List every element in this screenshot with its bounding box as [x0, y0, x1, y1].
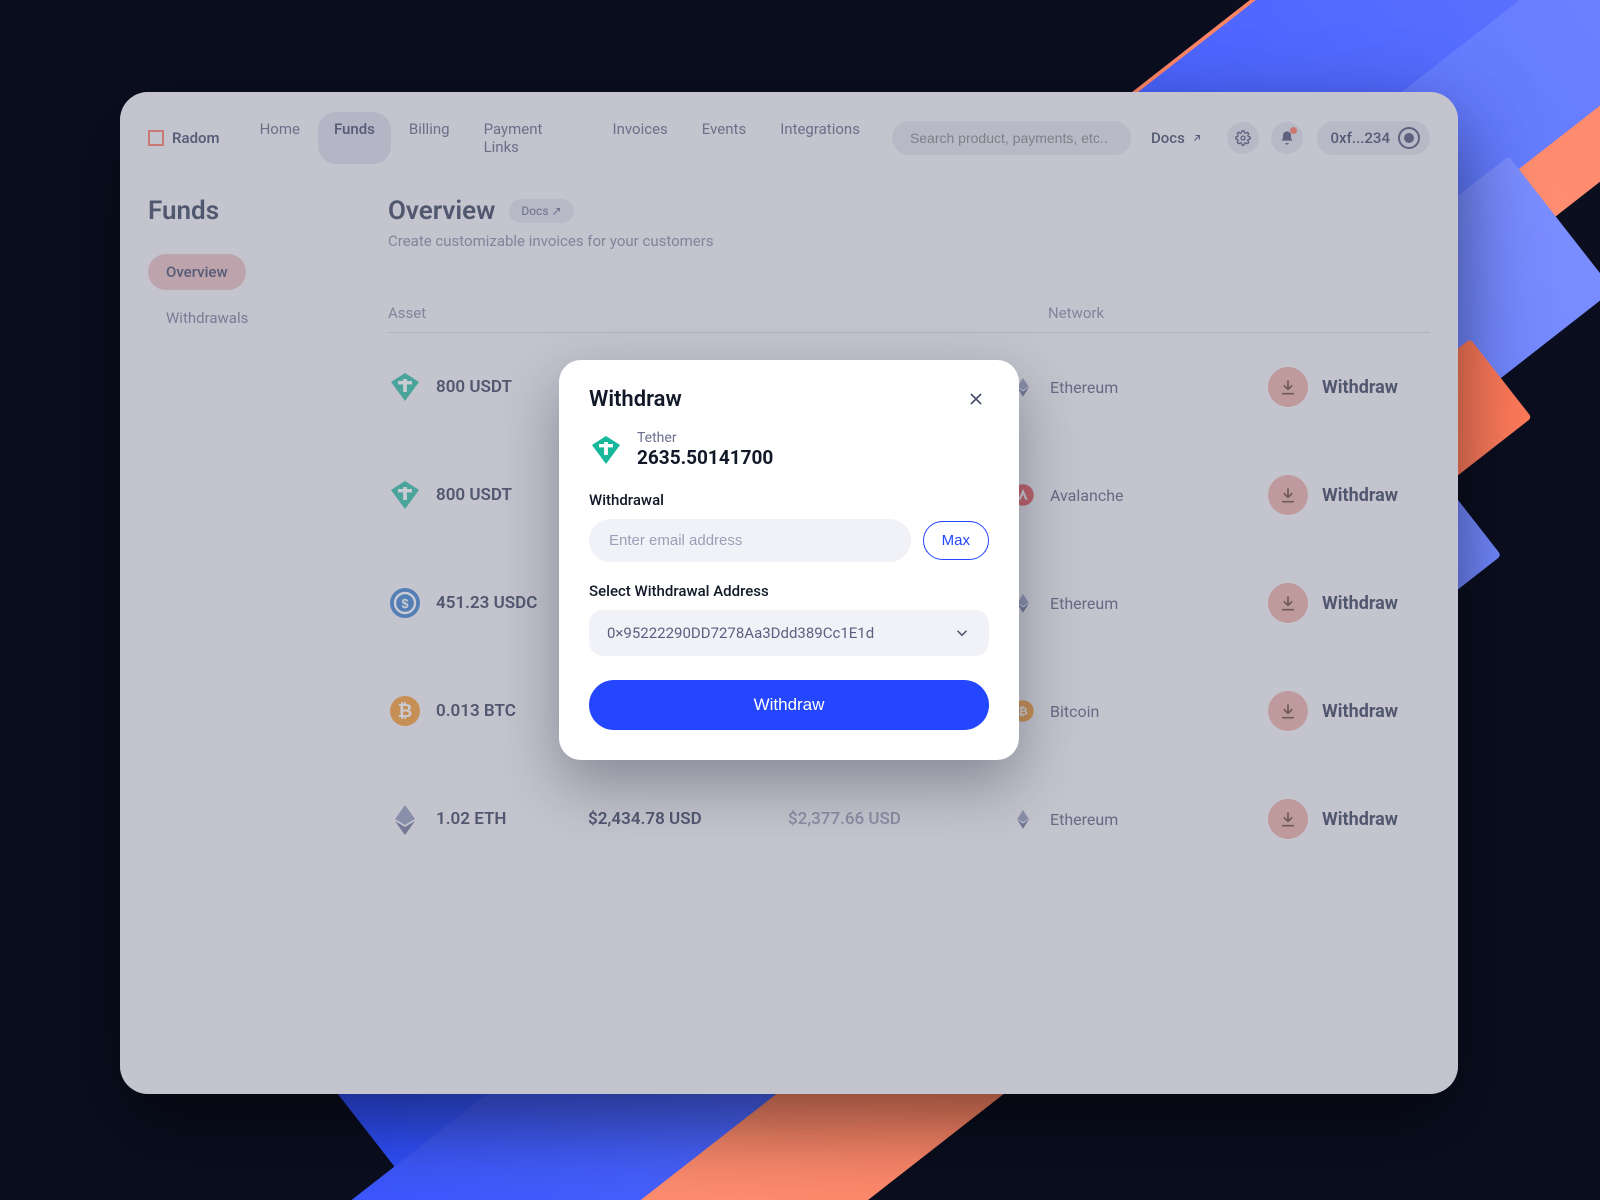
app-window: Radom HomeFundsBillingPayment LinksInvoi… — [120, 92, 1458, 1094]
withdrawal-amount-label: Withdrawal — [589, 491, 989, 509]
token-name: Tether — [637, 430, 773, 446]
close-icon — [966, 389, 986, 409]
withdrawal-amount-input[interactable] — [589, 519, 911, 562]
token-amount: 2635.50141700 — [637, 446, 773, 469]
max-button[interactable]: Max — [923, 521, 989, 560]
token-summary: Tether 2635.50141700 — [589, 430, 989, 469]
withdraw-modal: Withdraw Tether 2635.50141700 Withdrawal… — [559, 360, 1019, 760]
withdrawal-address-label: Select Withdrawal Address — [589, 582, 989, 600]
chevron-down-icon — [953, 624, 971, 642]
withdraw-submit-button[interactable]: Withdraw — [589, 680, 989, 730]
withdrawal-address-value: 0×95222290DD7278Aa3Ddd389Cc1E1d — [607, 624, 874, 642]
modal-title: Withdraw — [589, 387, 682, 412]
tether-icon — [589, 433, 623, 467]
withdrawal-address-select[interactable]: 0×95222290DD7278Aa3Ddd389Cc1E1d — [589, 610, 989, 656]
close-button[interactable] — [963, 386, 989, 412]
modal-overlay[interactable]: Withdraw Tether 2635.50141700 Withdrawal… — [120, 92, 1458, 1094]
